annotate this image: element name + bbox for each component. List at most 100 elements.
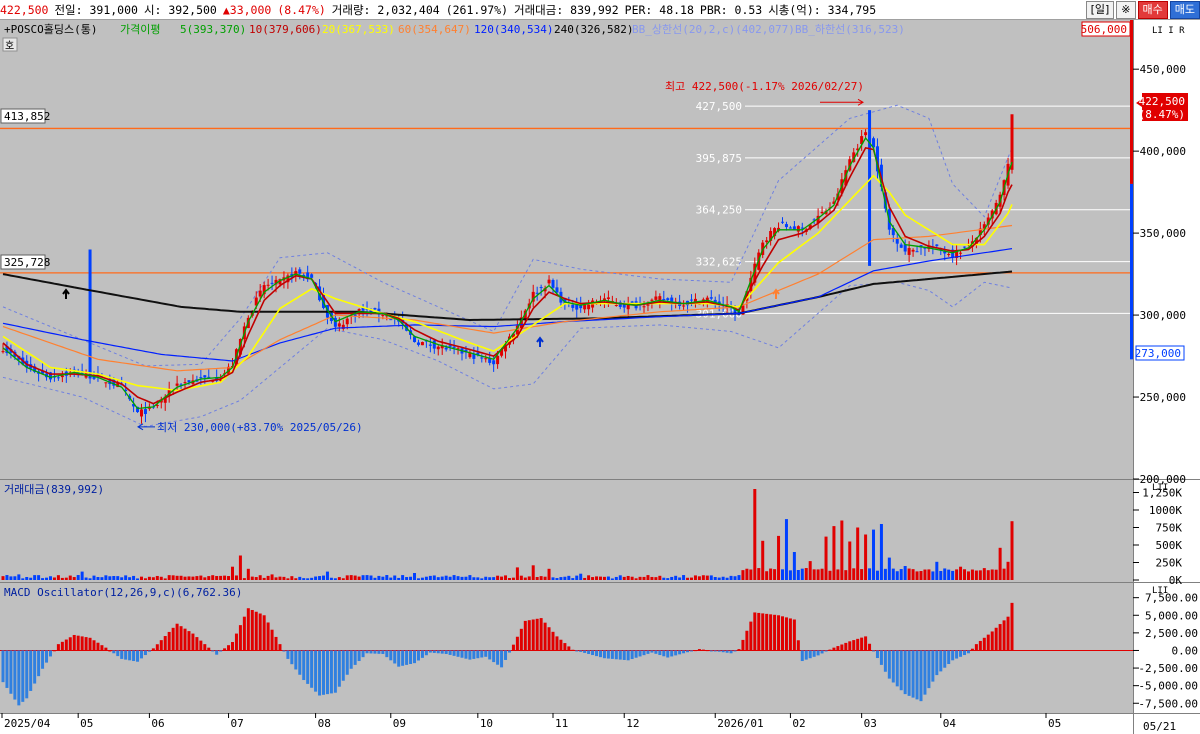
settings-button[interactable]: ※: [1116, 1, 1136, 19]
volume-bar: [159, 576, 163, 580]
volume-bar: [444, 575, 448, 580]
macd-bar: [345, 650, 349, 675]
macd-bar: [598, 650, 602, 658]
sell-button[interactable]: 매도: [1169, 1, 1200, 19]
macd-bar: [816, 650, 820, 656]
candle: [373, 308, 377, 310]
macd-bar: [147, 650, 151, 652]
volume-bar: [539, 576, 543, 580]
stock-chart[interactable]: 427,500395,875364,250332,625301,000 200,…: [0, 20, 1200, 734]
volume-title: 거래대금(839,992): [4, 483, 104, 496]
volume-bar: [563, 576, 567, 580]
macd-bar: [998, 624, 1002, 651]
macd-panel-icons[interactable]: LII: [1152, 586, 1168, 596]
macd-bar: [195, 637, 199, 651]
macd-bar: [254, 611, 258, 651]
volume-bar: [80, 571, 84, 580]
period-button[interactable]: [일]: [1085, 1, 1115, 19]
volume-bar: [262, 577, 266, 580]
volume-bar: [595, 576, 599, 580]
volume-bar: [666, 578, 670, 580]
macd-bar: [579, 650, 583, 652]
xtick-label: 06: [151, 717, 164, 730]
macd-bar: [563, 643, 567, 651]
volume-bar: [697, 576, 701, 580]
panel-icons[interactable]: LI I R: [1152, 26, 1185, 36]
price-ytick-label: 350,000: [1140, 227, 1186, 240]
candle: [899, 244, 903, 248]
macd-bar: [808, 650, 812, 659]
volume-bar: [654, 577, 658, 580]
volume-bar: [56, 575, 60, 580]
macd-bar: [970, 648, 974, 651]
macd-bar: [333, 650, 337, 693]
volume-bar: [852, 568, 856, 580]
volume-bar: [903, 566, 907, 580]
volume-bar: [1, 576, 5, 580]
volume-bar: [179, 575, 183, 580]
candle: [571, 304, 575, 308]
volume-bar: [792, 552, 796, 580]
macd-bar: [409, 650, 413, 665]
candle: [444, 347, 448, 350]
candle: [480, 357, 484, 359]
macd-bar: [377, 650, 381, 654]
volume-bar: [931, 571, 935, 580]
volume-bar: [717, 577, 721, 580]
volume-bar: [939, 570, 943, 580]
volume-bar: [286, 578, 290, 580]
macd-bar: [686, 650, 690, 653]
volume-bar: [963, 569, 967, 580]
macd-bar: [68, 637, 72, 651]
macd-bar: [800, 650, 804, 662]
macd-bar: [357, 650, 361, 662]
macd-bar: [484, 650, 488, 657]
candle: [662, 298, 666, 301]
volume-ytick-label: 750K: [1156, 522, 1183, 535]
volume-bar: [614, 576, 618, 580]
candle: [535, 292, 539, 294]
volume-bar: [270, 574, 274, 580]
macd-bar: [911, 650, 915, 698]
volume-panel[interactable]: [0, 480, 1133, 582]
macd-bar: [840, 644, 844, 651]
macd-bar: [52, 650, 56, 652]
candle: [796, 226, 800, 232]
candle: [642, 306, 646, 308]
volume-bar: [242, 578, 246, 580]
volume-bar: [393, 575, 397, 580]
macd-ytick-label: -7,500.00: [1138, 697, 1198, 710]
macd-bar: [203, 644, 207, 651]
volume-bar: [911, 569, 915, 580]
volume-bar: [476, 577, 480, 580]
candle: [298, 269, 302, 274]
macd-bar: [480, 650, 484, 658]
macd-bar: [33, 650, 37, 684]
volume-bar: [108, 576, 112, 580]
volume-bar: [413, 573, 417, 580]
candle: [654, 296, 658, 300]
volume-bar: [559, 577, 563, 580]
macd-bar: [717, 650, 721, 652]
quote-header: 422,500 전일: 391,000 시: 392,500 ▲33,000 (…: [0, 0, 1200, 20]
volume-bar: [840, 520, 844, 580]
macd-bar: [630, 650, 634, 660]
top-value: 506,000: [1081, 23, 1127, 36]
macd-bar: [828, 649, 832, 651]
macd-bar: [369, 650, 373, 654]
volume-bar: [686, 577, 690, 580]
volume-bar: [915, 571, 919, 580]
volume-panel-icons[interactable]: LII: [1152, 483, 1168, 493]
macd-bar: [796, 640, 800, 651]
xtick-label: 05: [80, 717, 93, 730]
buy-button[interactable]: 매수: [1137, 1, 1168, 19]
volume-bar: [729, 575, 733, 580]
macd-bar: [903, 650, 907, 695]
volume-bar: [409, 576, 413, 580]
volume-bar: [424, 576, 428, 580]
macd-bar: [215, 650, 219, 655]
xtick-label: 02: [792, 717, 805, 730]
volume-bar: [551, 577, 555, 580]
macd-bar: [361, 650, 365, 658]
macd-bar: [56, 644, 60, 651]
